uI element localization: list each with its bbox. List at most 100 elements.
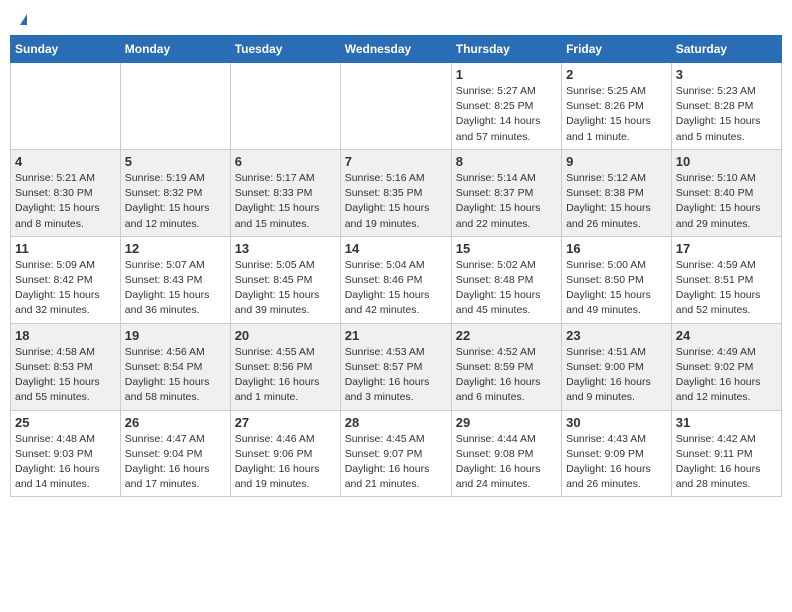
day-info: Sunrise: 5:23 AM Sunset: 8:28 PM Dayligh… — [676, 84, 777, 145]
calendar-cell: 4 Sunrise: 5:21 AM Sunset: 8:30 PM Daylig… — [11, 149, 121, 236]
day-number: 6 — [235, 154, 336, 169]
calendar-cell: 8 Sunrise: 5:14 AM Sunset: 8:37 PM Daylig… — [451, 149, 561, 236]
calendar-cell: 3Sunrise: 5:23 AM Sunset: 8:28 PM Daylig… — [671, 63, 781, 150]
calendar-cell: 26Sunrise: 4:47 AM Sunset: 9:04 PM Dayli… — [120, 410, 230, 497]
day-info: Sunrise: 4:42 AM Sunset: 9:11 PM Dayligh… — [676, 432, 777, 493]
day-number: 15 — [456, 241, 557, 256]
day-of-week-header: Monday — [120, 36, 230, 63]
calendar-week-row: 18 Sunrise: 4:58 AM Sunset: 8:53 PM Dayli… — [11, 323, 782, 410]
calendar-cell: 29Sunrise: 4:44 AM Sunset: 9:08 PM Dayli… — [451, 410, 561, 497]
day-info: Sunrise: 4:52 AM Sunset: 8:59 PM Dayligh… — [456, 345, 557, 406]
calendar-cell — [340, 63, 451, 150]
day-info: Sunrise: 4:46 AM Sunset: 9:06 PM Dayligh… — [235, 432, 336, 493]
day-number: 20 — [235, 328, 336, 343]
day-number: 23 — [566, 328, 667, 343]
calendar-cell: 18 Sunrise: 4:58 AM Sunset: 8:53 PM Dayli… — [11, 323, 121, 410]
calendar-cell: 24 Sunrise: 4:49 AM Sunset: 9:02 PM Dayli… — [671, 323, 781, 410]
day-number: 28 — [345, 415, 447, 430]
day-number: 24 — [676, 328, 777, 343]
calendar-cell: 2 Sunrise: 5:25 AM Sunset: 8:26 PM Daylig… — [562, 63, 672, 150]
day-of-week-header: Wednesday — [340, 36, 451, 63]
logo-triangle-icon — [20, 14, 27, 25]
day-info: Sunrise: 5:25 AM Sunset: 8:26 PM Dayligh… — [566, 84, 667, 145]
day-of-week-header: Tuesday — [230, 36, 340, 63]
day-number: 26 — [125, 415, 226, 430]
calendar-cell — [11, 63, 121, 150]
calendar-cell: 5Sunrise: 5:19 AM Sunset: 8:32 PM Daylig… — [120, 149, 230, 236]
calendar-cell — [120, 63, 230, 150]
calendar-week-row: 1 Sunrise: 5:27 AM Sunset: 8:25 PM Daylig… — [11, 63, 782, 150]
day-info: Sunrise: 5:14 AM Sunset: 8:37 PM Dayligh… — [456, 171, 557, 232]
day-info: Sunrise: 5:02 AM Sunset: 8:48 PM Dayligh… — [456, 258, 557, 319]
calendar-cell: 20Sunrise: 4:55 AM Sunset: 8:56 PM Dayli… — [230, 323, 340, 410]
day-info: Sunrise: 5:27 AM Sunset: 8:25 PM Dayligh… — [456, 84, 557, 145]
calendar-cell: 31 Sunrise: 4:42 AM Sunset: 9:11 PM Dayli… — [671, 410, 781, 497]
day-of-week-header: Friday — [562, 36, 672, 63]
day-number: 16 — [566, 241, 667, 256]
day-info: Sunrise: 4:45 AM Sunset: 9:07 PM Dayligh… — [345, 432, 447, 493]
calendar-cell: 7 Sunrise: 5:16 AM Sunset: 8:35 PM Daylig… — [340, 149, 451, 236]
calendar-header-row: SundayMondayTuesdayWednesdayThursdayFrid… — [11, 36, 782, 63]
calendar-cell: 12 Sunrise: 5:07 AM Sunset: 8:43 PM Dayli… — [120, 236, 230, 323]
day-info: Sunrise: 5:16 AM Sunset: 8:35 PM Dayligh… — [345, 171, 447, 232]
calendar-cell: 21Sunrise: 4:53 AM Sunset: 8:57 PM Dayli… — [340, 323, 451, 410]
calendar-cell: 25 Sunrise: 4:48 AM Sunset: 9:03 PM Dayli… — [11, 410, 121, 497]
calendar-table: SundayMondayTuesdayWednesdayThursdayFrid… — [10, 35, 782, 497]
calendar-cell: 28 Sunrise: 4:45 AM Sunset: 9:07 PM Dayli… — [340, 410, 451, 497]
day-info: Sunrise: 5:19 AM Sunset: 8:32 PM Dayligh… — [125, 171, 226, 232]
logo — [18, 14, 27, 23]
day-info: Sunrise: 4:44 AM Sunset: 9:08 PM Dayligh… — [456, 432, 557, 493]
calendar-cell: 9Sunrise: 5:12 AM Sunset: 8:38 PM Daylig… — [562, 149, 672, 236]
calendar-cell: 1 Sunrise: 5:27 AM Sunset: 8:25 PM Daylig… — [451, 63, 561, 150]
day-of-week-header: Saturday — [671, 36, 781, 63]
calendar-cell: 22 Sunrise: 4:52 AM Sunset: 8:59 PM Dayli… — [451, 323, 561, 410]
calendar-cell: 13 Sunrise: 5:05 AM Sunset: 8:45 PM Dayli… — [230, 236, 340, 323]
day-info: Sunrise: 4:49 AM Sunset: 9:02 PM Dayligh… — [676, 345, 777, 406]
day-number: 8 — [456, 154, 557, 169]
day-number: 31 — [676, 415, 777, 430]
day-number: 2 — [566, 67, 667, 82]
day-number: 14 — [345, 241, 447, 256]
calendar-cell: 16 Sunrise: 5:00 AM Sunset: 8:50 PM Dayli… — [562, 236, 672, 323]
calendar-cell: 11 Sunrise: 5:09 AM Sunset: 8:42 PM Dayli… — [11, 236, 121, 323]
day-info: Sunrise: 4:56 AM Sunset: 8:54 PM Dayligh… — [125, 345, 226, 406]
calendar-cell: 19Sunrise: 4:56 AM Sunset: 8:54 PM Dayli… — [120, 323, 230, 410]
day-info: Sunrise: 5:21 AM Sunset: 8:30 PM Dayligh… — [15, 171, 116, 232]
day-info: Sunrise: 5:07 AM Sunset: 8:43 PM Dayligh… — [125, 258, 226, 319]
calendar-cell — [230, 63, 340, 150]
calendar-cell: 15 Sunrise: 5:02 AM Sunset: 8:48 PM Dayli… — [451, 236, 561, 323]
day-info: Sunrise: 5:05 AM Sunset: 8:45 PM Dayligh… — [235, 258, 336, 319]
day-of-week-header: Sunday — [11, 36, 121, 63]
day-number: 1 — [456, 67, 557, 82]
calendar-cell: 6 Sunrise: 5:17 AM Sunset: 8:33 PM Daylig… — [230, 149, 340, 236]
day-number: 27 — [235, 415, 336, 430]
day-number: 30 — [566, 415, 667, 430]
day-number: 21 — [345, 328, 447, 343]
day-number: 18 — [15, 328, 116, 343]
day-info: Sunrise: 5:00 AM Sunset: 8:50 PM Dayligh… — [566, 258, 667, 319]
day-info: Sunrise: 4:59 AM Sunset: 8:51 PM Dayligh… — [676, 258, 777, 319]
day-number: 4 — [15, 154, 116, 169]
day-info: Sunrise: 5:04 AM Sunset: 8:46 PM Dayligh… — [345, 258, 447, 319]
day-number: 12 — [125, 241, 226, 256]
day-number: 9 — [566, 154, 667, 169]
day-info: Sunrise: 4:51 AM Sunset: 9:00 PM Dayligh… — [566, 345, 667, 406]
day-info: Sunrise: 5:10 AM Sunset: 8:40 PM Dayligh… — [676, 171, 777, 232]
calendar-cell: 30 Sunrise: 4:43 AM Sunset: 9:09 PM Dayli… — [562, 410, 672, 497]
calendar-cell: 14 Sunrise: 5:04 AM Sunset: 8:46 PM Dayli… — [340, 236, 451, 323]
day-info: Sunrise: 4:43 AM Sunset: 9:09 PM Dayligh… — [566, 432, 667, 493]
day-of-week-header: Thursday — [451, 36, 561, 63]
day-number: 7 — [345, 154, 447, 169]
day-number: 22 — [456, 328, 557, 343]
day-number: 13 — [235, 241, 336, 256]
day-number: 11 — [15, 241, 116, 256]
calendar-cell: 27 Sunrise: 4:46 AM Sunset: 9:06 PM Dayli… — [230, 410, 340, 497]
day-number: 17 — [676, 241, 777, 256]
day-info: Sunrise: 4:58 AM Sunset: 8:53 PM Dayligh… — [15, 345, 116, 406]
day-info: Sunrise: 5:17 AM Sunset: 8:33 PM Dayligh… — [235, 171, 336, 232]
day-info: Sunrise: 5:09 AM Sunset: 8:42 PM Dayligh… — [15, 258, 116, 319]
day-number: 25 — [15, 415, 116, 430]
calendar-cell: 17 Sunrise: 4:59 AM Sunset: 8:51 PM Dayli… — [671, 236, 781, 323]
day-info: Sunrise: 4:48 AM Sunset: 9:03 PM Dayligh… — [15, 432, 116, 493]
calendar-cell: 10Sunrise: 5:10 AM Sunset: 8:40 PM Dayli… — [671, 149, 781, 236]
